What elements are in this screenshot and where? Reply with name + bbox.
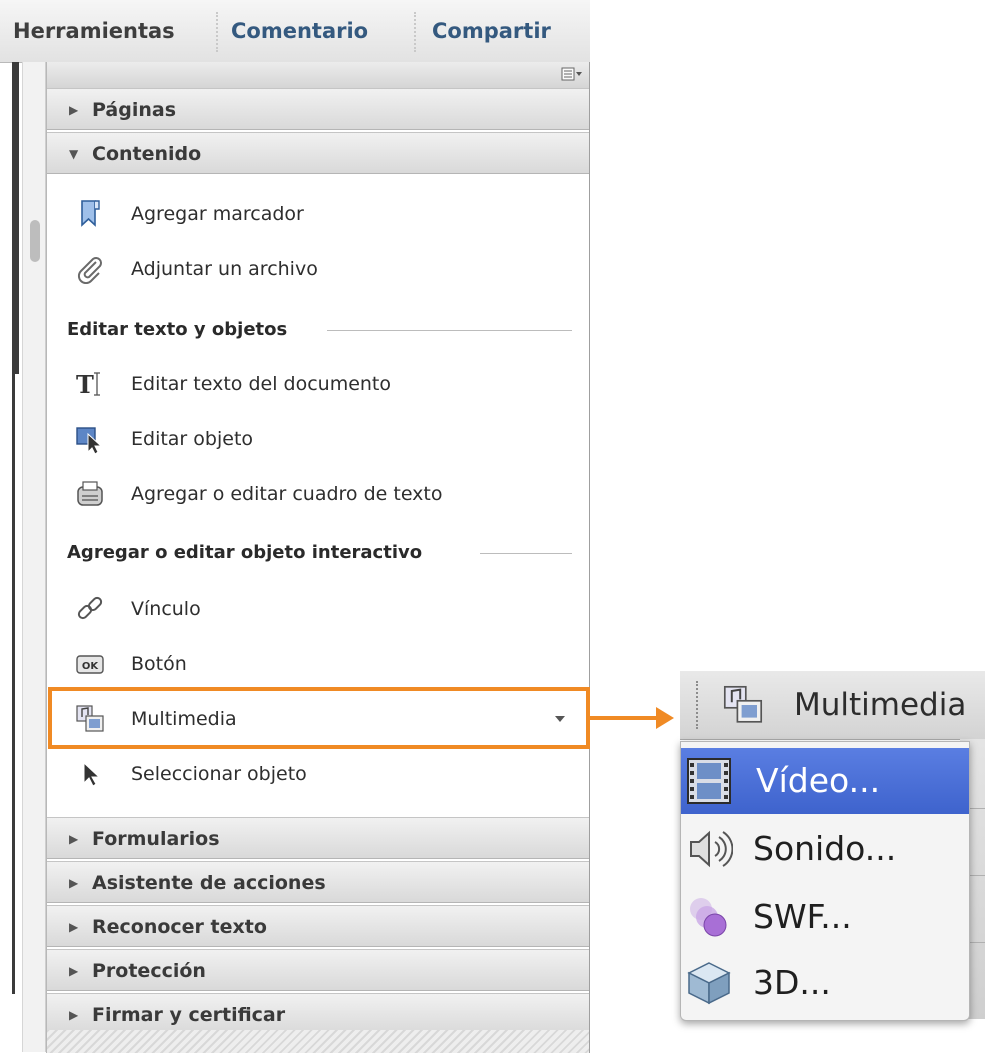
multimedia-dropdown-menu: Vídeo... Sonido... SWF... 3D... xyxy=(680,741,970,1021)
item-label: Adjuntar un archivo xyxy=(131,258,318,280)
highlight-box xyxy=(48,687,590,749)
section-label: Asistente de acciones xyxy=(92,872,326,894)
section-formularios[interactable]: ▶ Formularios xyxy=(47,817,589,859)
window-edge xyxy=(12,62,19,374)
menu-item-swf[interactable]: SWF... xyxy=(681,884,969,950)
tools-panel: ▶ Páginas ▼ Contenido Agregar marcador A… xyxy=(46,62,590,1035)
panel-options-icon[interactable] xyxy=(561,66,583,82)
speaker-icon xyxy=(690,830,733,868)
link-icon xyxy=(77,596,103,620)
cube-3d-icon xyxy=(687,962,731,1005)
section-label: Protección xyxy=(92,960,206,982)
tab-separator xyxy=(414,12,416,52)
menu-item-label: Sonido... xyxy=(753,829,897,868)
item-label: Agregar o editar cuadro de texto xyxy=(131,483,443,505)
film-icon xyxy=(687,758,731,804)
collapsed-triangle-icon: ▶ xyxy=(69,964,79,978)
svg-text:OK: OK xyxy=(82,661,100,672)
ok-button-icon: OK xyxy=(76,655,104,674)
section-label: Contenido xyxy=(92,143,202,165)
group-divider xyxy=(480,553,572,554)
arrow-cursor-icon xyxy=(83,761,101,787)
item-editar-objeto[interactable]: Editar objeto xyxy=(47,414,589,464)
item-label: Editar objeto xyxy=(131,428,254,450)
item-adjuntar-archivo[interactable]: Adjuntar un archivo xyxy=(47,244,589,294)
tab-herramientas[interactable]: Herramientas xyxy=(13,0,175,62)
edit-object-icon xyxy=(76,427,103,454)
item-agregar-marcador[interactable]: Agregar marcador xyxy=(47,189,589,239)
menu-item-label: 3D... xyxy=(753,963,831,1002)
section-asistente-acciones[interactable]: ▶ Asistente de acciones xyxy=(47,861,589,903)
menu-item-3d[interactable]: 3D... xyxy=(681,950,969,1016)
item-cuadro-texto[interactable]: Agregar o editar cuadro de texto xyxy=(47,469,589,519)
text-edit-icon: T xyxy=(76,370,100,399)
typewriter-icon xyxy=(77,481,103,506)
section-label: Páginas xyxy=(92,99,177,121)
multimedia-icon xyxy=(723,685,763,723)
item-label: Agregar marcador xyxy=(131,203,304,225)
tab-comentario[interactable]: Comentario xyxy=(231,0,368,62)
group-title-editar: Editar texto y objetos xyxy=(67,319,288,340)
toolbar-grip xyxy=(696,681,698,729)
menu-item-label: SWF... xyxy=(753,897,852,936)
expanded-triangle-icon: ▼ xyxy=(69,147,79,161)
section-proteccion[interactable]: ▶ Protección xyxy=(47,949,589,991)
tab-bar: Herramientas Comentario Compartir xyxy=(0,0,590,63)
item-label: Editar texto del documento xyxy=(131,373,392,395)
scrollbar-thumb[interactable] xyxy=(30,220,40,262)
menu-item-video[interactable]: Vídeo... xyxy=(681,748,969,814)
collapsed-triangle-icon: ▶ xyxy=(69,876,79,890)
item-label: Seleccionar objeto xyxy=(131,763,307,785)
paperclip-icon xyxy=(77,257,102,284)
menu-item-sonido[interactable]: Sonido... xyxy=(681,816,969,882)
bookmark-icon xyxy=(81,200,100,227)
group-title-interactivo: Agregar o editar objeto interactivo xyxy=(67,542,423,563)
section-contenido[interactable]: ▼ Contenido xyxy=(47,132,589,174)
callout-arrow-line xyxy=(590,716,658,720)
group-divider xyxy=(327,330,572,331)
section-reconocer-texto[interactable]: ▶ Reconocer texto xyxy=(47,905,589,947)
panel-resize-handle[interactable] xyxy=(46,1030,590,1053)
item-editar-texto[interactable]: T Editar texto del documento xyxy=(47,359,589,409)
window-edge xyxy=(12,374,15,994)
section-label: Reconocer texto xyxy=(92,916,267,938)
section-label: Formularios xyxy=(92,828,220,850)
collapsed-triangle-icon: ▶ xyxy=(69,832,79,846)
item-label: Vínculo xyxy=(131,598,201,620)
tab-compartir[interactable]: Compartir xyxy=(432,0,551,62)
item-seleccionar-objeto[interactable]: Seleccionar objeto xyxy=(47,749,589,799)
section-paginas[interactable]: ▶ Páginas xyxy=(47,88,589,130)
callout-arrow-head xyxy=(656,707,674,729)
svg-text:T: T xyxy=(76,370,94,399)
multimedia-toolbar-button[interactable]: Multimedia xyxy=(680,671,985,740)
panel-toolbar xyxy=(47,62,589,89)
collapsed-triangle-icon: ▶ xyxy=(69,920,79,934)
item-boton[interactable]: OK Botón xyxy=(47,639,589,689)
section-firmar-certificar[interactable]: ▶ Firmar y certificar xyxy=(47,993,589,1035)
collapsed-triangle-icon: ▶ xyxy=(69,103,79,117)
multimedia-label: Multimedia xyxy=(794,687,967,723)
swf-icon xyxy=(690,898,727,937)
menu-item-label: Vídeo... xyxy=(756,761,881,800)
item-label: Botón xyxy=(131,653,187,675)
scrollbar-track[interactable] xyxy=(22,62,46,1052)
item-vinculo[interactable]: Vínculo xyxy=(47,584,589,634)
tab-separator xyxy=(216,12,218,52)
